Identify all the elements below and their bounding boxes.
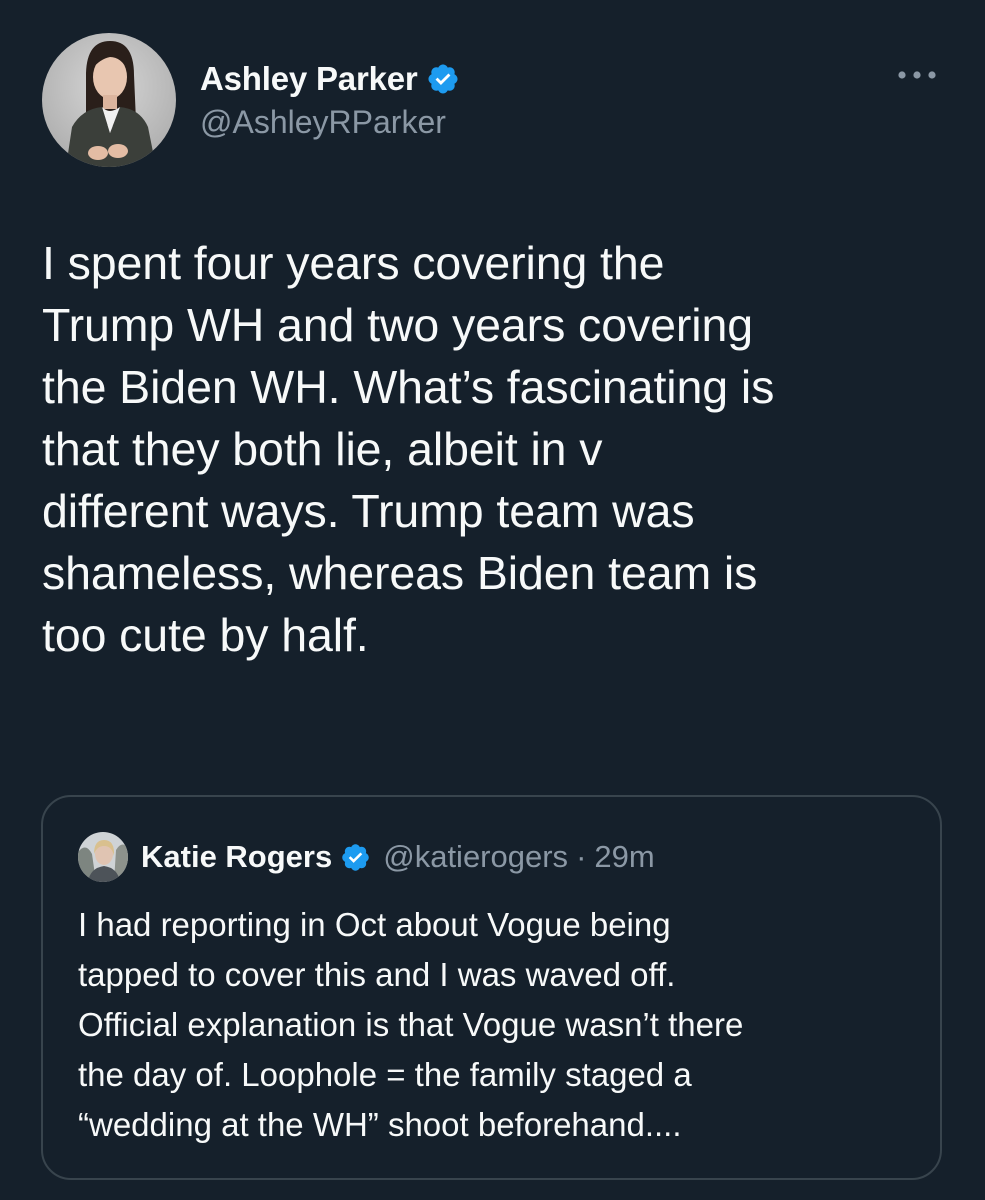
more-horizontal-icon bbox=[898, 71, 936, 79]
quoted-separator: · bbox=[576, 839, 587, 874]
author-avatar[interactable] bbox=[42, 33, 176, 167]
tweet-text: I spent four years covering the Trump WH… bbox=[42, 237, 775, 661]
tweet-header: Ashley Parker @AshleyRParker bbox=[42, 33, 460, 167]
quoted-display-name: Katie Rogers bbox=[141, 839, 333, 874]
quoted-avatar-image bbox=[78, 832, 128, 882]
quoted-verified-badge-icon bbox=[340, 842, 371, 873]
quoted-timestamp[interactable]: 29m bbox=[594, 839, 654, 875]
quoted-tweet[interactable]: Katie Rogers @katierogers · 29m I had re… bbox=[41, 795, 942, 1180]
quoted-author-avatar bbox=[78, 832, 128, 882]
more-options-button[interactable] bbox=[893, 58, 941, 92]
author-name-row: Ashley Parker bbox=[200, 60, 460, 98]
author-avatar-image bbox=[42, 33, 176, 167]
verified-badge-icon bbox=[426, 62, 460, 96]
quoted-tweet-text: I had reporting in Oct about Vogue being… bbox=[78, 906, 744, 1143]
author-handle[interactable]: @AshleyRParker bbox=[200, 104, 460, 141]
quoted-handle: @katierogers bbox=[383, 839, 569, 874]
author-display-name[interactable]: Ashley Parker bbox=[200, 60, 418, 98]
author-names: Ashley Parker @AshleyRParker bbox=[200, 60, 460, 141]
quoted-tweet-header: Katie Rogers @katierogers · 29m bbox=[78, 832, 655, 882]
tweet: Ashley Parker @AshleyRParker I spent fou… bbox=[0, 0, 985, 1200]
